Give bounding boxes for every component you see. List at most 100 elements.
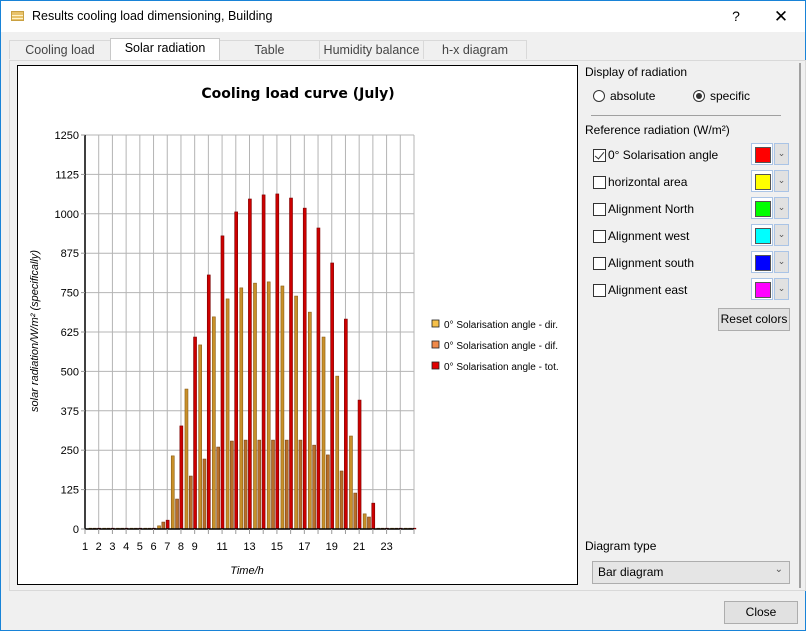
chevron-down-icon[interactable]: ⌄ <box>774 224 789 246</box>
bar-tot-h16 <box>302 207 307 530</box>
separator <box>591 115 781 116</box>
color-picker-0-solarisation-angle[interactable]: ⌄ <box>751 143 789 165</box>
y-tick-label: 125 <box>61 485 79 497</box>
y-tick-label: 1000 <box>55 209 79 221</box>
help-button[interactable]: ? <box>714 1 758 32</box>
tab-hx-diagram[interactable]: h-x diagram <box>423 40 527 59</box>
x-tick-label: 2 <box>96 541 102 553</box>
x-tick-label: 21 <box>353 541 365 553</box>
radio-absolute[interactable] <box>593 90 605 102</box>
bar-tot-h8 <box>193 336 197 530</box>
y-tick-label: 250 <box>61 445 79 457</box>
color-picker-alignment-south[interactable]: ⌄ <box>751 251 789 273</box>
legend-swatch <box>431 340 440 349</box>
ref-label-alignment-west: Alignment west <box>608 229 690 243</box>
x-tick-label: 5 <box>137 541 143 553</box>
x-axis-label: Time/h <box>230 565 264 577</box>
y-tick-label: 1250 <box>55 130 79 142</box>
ref-label-alignment-south: Alignment south <box>608 256 695 270</box>
radio-specific[interactable] <box>693 90 705 102</box>
bar-chart: Cooling load curve (July) 01252503755006… <box>29 86 559 577</box>
bar-dir-h14 <box>266 281 271 530</box>
x-tick-label: 3 <box>109 541 115 553</box>
bar-dif-h17 <box>312 444 316 530</box>
checkbox-alignment-south[interactable] <box>593 257 606 270</box>
close-button[interactable]: Close <box>724 601 798 624</box>
radio-absolute-label[interactable]: absolute <box>610 89 655 103</box>
y-tick-label: 375 <box>61 406 79 418</box>
ref-label-horizontal-area: horizontal area <box>608 175 688 189</box>
color-swatch <box>755 282 771 298</box>
bar-dir-h21 <box>362 513 367 530</box>
bar-dir-h17 <box>308 311 312 530</box>
bar-dir-h11 <box>225 298 230 530</box>
x-tick-label: 8 <box>178 541 184 553</box>
bar-dir-h8 <box>184 388 189 530</box>
display-heading: Display of radiation <box>585 65 688 79</box>
bar-tot-h15 <box>289 197 293 530</box>
color-picker-alignment-north[interactable]: ⌄ <box>751 197 789 219</box>
legend-swatch <box>431 319 440 328</box>
chevron-down-icon[interactable]: ⌄ <box>774 170 789 192</box>
y-tick-labels: 0 125 250 375 500 625 750 875 1000 1125 1250 <box>55 130 79 536</box>
tab-cooling-load[interactable]: Cooling load <box>9 40 111 59</box>
checkbox-horizontal-area[interactable] <box>593 176 606 189</box>
color-swatch <box>755 255 771 271</box>
chevron-down-icon[interactable]: ⌄ <box>774 251 789 273</box>
chevron-down-icon[interactable]: ⌄ <box>774 278 789 300</box>
bar-tot-h19 <box>344 318 348 530</box>
bar-tot-h11 <box>234 211 238 530</box>
chart-area: Cooling load curve (July) 0 125 250 375 500 6… <box>17 65 578 585</box>
ref-label-alignment-east: Alignment east <box>608 283 688 297</box>
bar-dir-h18 <box>321 336 326 530</box>
color-picker-alignment-east[interactable]: ⌄ <box>751 278 789 300</box>
x-tick-label: 1 <box>82 541 88 553</box>
chevron-down-icon[interactable]: ⌄ <box>774 143 789 165</box>
x-tick-labels: 1 2 3 4 5 6 7 8 9 11 13 15 17 19 21 23 <box>82 541 393 553</box>
bar-tot-h18 <box>330 262 334 530</box>
chevron-down-icon: ⌄ <box>774 564 783 575</box>
diagram-type-value: Bar diagram <box>598 565 664 579</box>
bar-tot-h13 <box>261 194 266 530</box>
radio-specific-label[interactable]: specific <box>710 89 750 103</box>
color-picker-alignment-west[interactable]: ⌄ <box>751 224 789 246</box>
tab-humidity-balance[interactable]: Humidity balance <box>319 40 424 59</box>
x-tick-label: 17 <box>298 541 310 553</box>
bar-dir-h15 <box>280 285 285 530</box>
bar-tot-h21 <box>371 502 376 530</box>
bar-dif-h7 <box>175 498 179 530</box>
ref-label-alignment-north: Alignment North <box>608 202 695 216</box>
y-tick-label: 1125 <box>55 169 79 181</box>
x-tick-label: 4 <box>123 541 129 553</box>
bar-dir-h12 <box>239 287 244 530</box>
tab-solar-radiation[interactable]: Solar radiation <box>110 38 220 60</box>
bar-tot-h17 <box>316 227 321 530</box>
bar-dif-h15 <box>284 439 289 530</box>
x-tick-label: 23 <box>380 541 392 553</box>
color-picker-horizontal-area[interactable]: ⌄ <box>751 170 789 192</box>
checkbox-alignment-north[interactable] <box>593 203 606 216</box>
legend: 0° Solarisation angle - dir. 0° Solarisat… <box>431 319 559 373</box>
y-tick-label: 875 <box>61 248 79 260</box>
diagram-type-select[interactable]: Bar diagram ⌄ <box>592 561 790 584</box>
results-dialog: Results cooling load dimensioning, Build… <box>0 0 806 631</box>
bar-tot-h12 <box>248 198 252 530</box>
legend-label: 0° Solarisation angle - tot. <box>444 362 559 373</box>
bar-dif-h6 <box>161 521 166 530</box>
reference-heading: Reference radiation (W/m²) <box>585 123 730 137</box>
app-icon <box>11 11 24 21</box>
tab-table[interactable]: Table <box>219 40 320 59</box>
bar-dif-h12 <box>243 439 248 530</box>
close-window-button[interactable]: ✕ <box>759 1 803 32</box>
chevron-down-icon[interactable]: ⌄ <box>774 197 789 219</box>
color-swatch <box>755 228 771 244</box>
checkbox-alignment-west[interactable] <box>593 230 606 243</box>
checkbox-alignment-east[interactable] <box>593 284 606 297</box>
y-tick-label: 750 <box>61 288 79 300</box>
bar-tot-h7 <box>179 425 184 530</box>
bar-dir-h9 <box>198 344 202 530</box>
checkbox-0-solarisation-angle[interactable] <box>593 149 606 162</box>
reset-colors-button[interactable]: Reset colors <box>718 308 790 331</box>
bar-dif-h21 <box>367 516 371 530</box>
bar-tot-h6 <box>165 519 170 530</box>
